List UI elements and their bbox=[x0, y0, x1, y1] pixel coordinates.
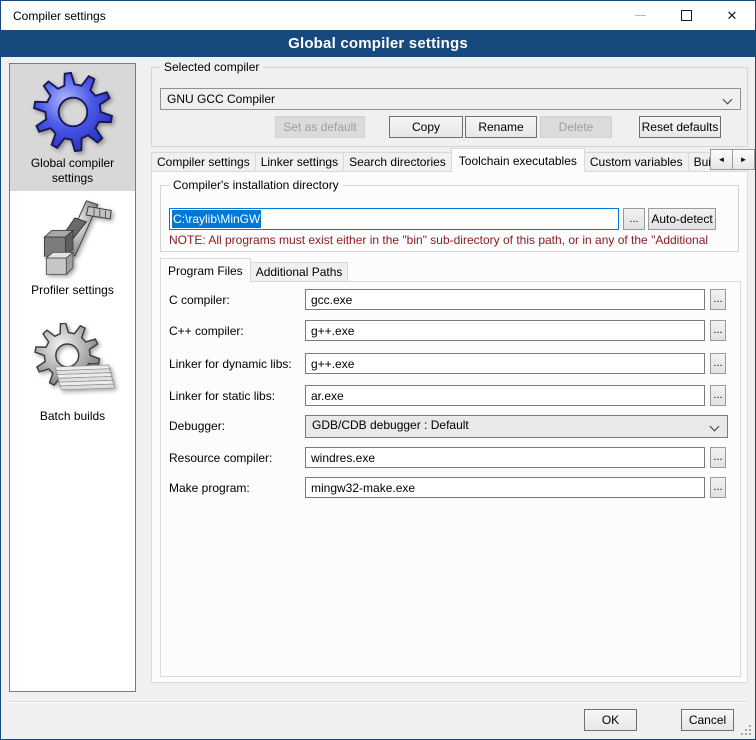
tab-scroll-right-button[interactable]: ► bbox=[732, 149, 755, 170]
autodetect-button[interactable]: Auto-detect bbox=[648, 208, 716, 230]
rename-button[interactable]: Rename bbox=[465, 116, 537, 138]
reset-defaults-button[interactable]: Reset defaults bbox=[639, 116, 721, 138]
group-label: Selected compiler bbox=[160, 60, 263, 74]
tab-additional-paths[interactable]: Additional Paths bbox=[250, 262, 349, 282]
make-program-browse-button[interactable]: ... bbox=[710, 477, 726, 498]
installation-directory-group: Compiler's installation directory C:\ray… bbox=[160, 185, 739, 252]
tab-linker-settings[interactable]: Linker settings bbox=[255, 152, 344, 172]
field-label: Linker for static libs: bbox=[169, 389, 275, 403]
tab-scroll-left-icon: ◄ bbox=[718, 155, 726, 164]
close-button[interactable]: ✕ bbox=[709, 1, 755, 30]
window-controls: ✕ bbox=[617, 1, 755, 30]
set-as-default-button[interactable]: Set as default bbox=[275, 116, 365, 138]
cpp-compiler-browse-button[interactable]: ... bbox=[710, 320, 726, 341]
close-icon: ✕ bbox=[727, 9, 738, 22]
tab-scroll-left-button[interactable]: ◄ bbox=[710, 149, 733, 170]
sidebar-item-label: Profiler settings bbox=[31, 283, 114, 298]
sidebar-item-global-compiler-settings[interactable]: Global compiler settings bbox=[10, 64, 135, 191]
field-row-resource-compiler: Resource compiler: ... bbox=[161, 447, 740, 469]
field-row-c-compiler: C compiler: ... bbox=[161, 289, 740, 311]
program-files-pane: C compiler: ... C++ compiler: ... Linker… bbox=[160, 281, 741, 677]
compiler-buttons-row: Set as default Copy Rename Delete Reset … bbox=[152, 116, 721, 138]
field-label: Linker for dynamic libs: bbox=[169, 357, 292, 371]
compiler-combobox[interactable]: GNU GCC Compiler bbox=[160, 88, 741, 110]
window-title: Compiler settings bbox=[13, 9, 106, 23]
sidebar-item-label: Global compiler settings bbox=[17, 156, 129, 186]
minimize-icon bbox=[635, 15, 646, 16]
install-dir-input[interactable]: C:\raylib\MinGW bbox=[169, 208, 619, 230]
dialog-banner: Global compiler settings bbox=[1, 30, 755, 57]
blue-gear-icon bbox=[31, 70, 115, 154]
linker-static-input[interactable] bbox=[305, 385, 705, 406]
make-program-input[interactable] bbox=[305, 477, 705, 498]
selected-compiler-group: Selected compiler GNU GCC Compiler Set a… bbox=[151, 67, 748, 147]
field-row-cpp-compiler: C++ compiler: ... bbox=[161, 320, 740, 342]
debugger-dropdown[interactable]: GDB/CDB debugger : Default bbox=[305, 415, 728, 438]
banner-title: Global compiler settings bbox=[288, 35, 468, 52]
install-dir-selected-text: C:\raylib\MinGW bbox=[172, 210, 261, 228]
settings-category-list: Global compiler settings Profiler settin… bbox=[9, 63, 136, 692]
cpp-compiler-input[interactable] bbox=[305, 320, 705, 341]
field-label: C++ compiler: bbox=[169, 324, 244, 338]
field-label: Make program: bbox=[169, 481, 250, 495]
install-dir-note: NOTE: All programs must exist either in … bbox=[169, 233, 737, 247]
ok-button[interactable]: OK bbox=[584, 709, 637, 731]
tab-scroll-buttons: ◄ ► bbox=[711, 149, 755, 170]
titlebar: Compiler settings ✕ bbox=[1, 1, 755, 30]
c-compiler-input[interactable] bbox=[305, 289, 705, 310]
footer-divider bbox=[9, 701, 747, 703]
maximize-button[interactable] bbox=[663, 1, 709, 30]
compiler-combobox-value: GNU GCC Compiler bbox=[161, 92, 275, 106]
install-dir-browse-button[interactable]: ... bbox=[623, 208, 645, 230]
cancel-button[interactable]: Cancel bbox=[681, 709, 734, 731]
linker-dynamic-browse-button[interactable]: ... bbox=[710, 353, 726, 374]
tab-compiler-settings[interactable]: Compiler settings bbox=[151, 152, 256, 172]
caliper-icon bbox=[31, 197, 115, 281]
delete-button[interactable]: Delete bbox=[540, 116, 612, 138]
sidebar-item-batch-builds[interactable]: Batch builds bbox=[10, 317, 135, 429]
linker-dynamic-input[interactable] bbox=[305, 353, 705, 374]
maximize-icon bbox=[681, 10, 692, 21]
program-files-tabstrip: Program Files Additional Paths bbox=[160, 258, 741, 282]
field-row-linker-dynamic: Linker for dynamic libs: ... bbox=[161, 353, 740, 375]
group-label: Compiler's installation directory bbox=[169, 178, 343, 192]
field-row-make-program: Make program: ... bbox=[161, 477, 740, 499]
resize-grip[interactable] bbox=[741, 725, 752, 736]
tab-custom-variables[interactable]: Custom variables bbox=[584, 152, 689, 172]
sidebar-item-label: Batch builds bbox=[40, 409, 105, 424]
field-row-debugger: Debugger: GDB/CDB debugger : Default bbox=[161, 415, 740, 437]
c-compiler-browse-button[interactable]: ... bbox=[710, 289, 726, 310]
tab-toolchain-executables[interactable]: Toolchain executables bbox=[451, 148, 585, 172]
field-row-linker-static: Linker for static libs: ... bbox=[161, 385, 740, 407]
tab-program-files[interactable]: Program Files bbox=[160, 258, 251, 282]
field-label: C compiler: bbox=[169, 293, 230, 307]
debugger-dropdown-value: GDB/CDB debugger : Default bbox=[306, 416, 727, 435]
resource-compiler-input[interactable] bbox=[305, 447, 705, 468]
tab-search-directories[interactable]: Search directories bbox=[343, 152, 452, 172]
tab-build-options-truncated[interactable]: Build bbox=[688, 152, 712, 172]
resource-compiler-browse-button[interactable]: ... bbox=[710, 447, 726, 468]
copy-button[interactable]: Copy bbox=[389, 116, 463, 138]
chevron-down-icon bbox=[723, 95, 733, 105]
minimize-button[interactable] bbox=[617, 1, 663, 30]
compiler-settings-dialog: Compiler settings ✕ Global compiler sett… bbox=[0, 0, 756, 740]
sidebar-item-profiler-settings[interactable]: Profiler settings bbox=[10, 191, 135, 303]
tab-scroll-right-icon: ► bbox=[740, 155, 748, 164]
toolchain-executables-pane: Compiler's installation directory C:\ray… bbox=[151, 171, 748, 683]
settings-tabstrip: Compiler settings Linker settings Search… bbox=[151, 148, 755, 172]
field-label: Debugger: bbox=[169, 419, 225, 433]
gear-stack-icon bbox=[31, 323, 115, 407]
linker-static-browse-button[interactable]: ... bbox=[710, 385, 726, 406]
field-label: Resource compiler: bbox=[169, 451, 272, 465]
